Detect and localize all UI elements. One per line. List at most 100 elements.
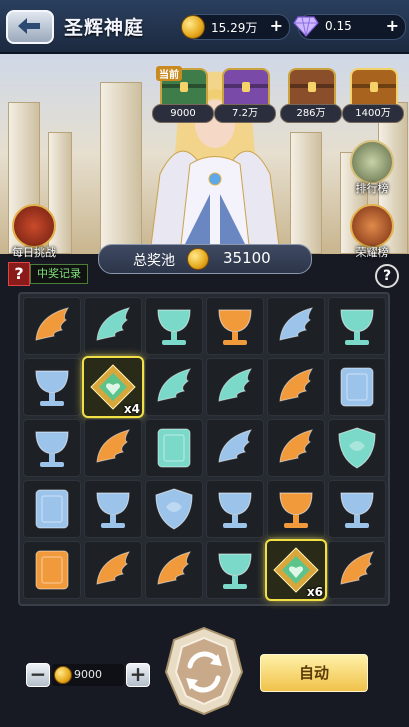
prize-pool-label: 总奖池 [133,253,175,269]
bet-control: − 9000 + [26,662,150,688]
gem-value: 0.15 [325,19,352,33]
prize-pool-value: 35100 [223,249,271,267]
grid-cell [328,419,386,477]
question-icon: ? [8,262,30,286]
decrease-bet-button[interactable]: − [26,663,50,687]
grid-cell [267,419,325,477]
grid-cell [23,541,81,599]
wing-orange-icon [96,551,131,585]
grid-cell [206,541,264,599]
bet-value: 9000 [74,668,102,681]
grid-cell [84,419,142,477]
daily-challenge-label: 每日挑战 [12,246,56,259]
wing-teal-icon [157,368,192,402]
page-title: 圣辉神庭 [64,17,145,39]
leaderboard-button[interactable]: 排行榜 [342,140,402,196]
grid-cell [267,358,325,416]
cup-teal-icon [340,309,374,345]
grid-cell [145,297,203,355]
bet-amount-field: 9000 [52,664,124,686]
cup-blue-icon [340,492,374,528]
glory-board-button[interactable]: 荣耀榜 [342,204,402,260]
coin-icon [181,15,205,39]
grid-cell [145,419,203,477]
diamond-icon [293,16,319,37]
leaderboard-label: 排行榜 [355,182,389,195]
chest-value: 9000 [152,104,214,123]
chest-value: 286万 [280,104,342,123]
increase-bet-button[interactable]: + [126,663,150,687]
wing-blue-icon [218,429,253,463]
grid-cell [206,419,264,477]
top-bar: 圣辉神庭 15.29万 + 0.15 + [0,0,409,54]
multiplier-badge: x4 [123,402,140,416]
grid-cell [84,541,142,599]
book-blue-icon [340,367,374,407]
spin-refresh-icon [164,626,244,716]
pillar [100,82,142,254]
pillar [290,132,322,254]
wing-orange-icon [279,368,314,402]
cup-orange-icon [218,309,252,345]
coin-icon [54,666,72,684]
grid-cell [206,358,264,416]
grid-cell [23,419,81,477]
spin-button[interactable] [164,626,244,716]
book-teal-icon [157,428,191,468]
auto-button[interactable]: 自动 [260,654,368,692]
grid-cell [145,480,203,538]
wing-orange-icon [340,551,375,585]
helmet-icon [350,140,394,184]
wing-orange-icon [96,429,131,463]
back-arrow-icon [18,18,40,34]
book-orange-icon [35,550,69,590]
grid-cell [23,480,81,538]
cup-blue-icon [218,492,252,528]
glory-crest-icon [350,204,394,248]
cup-orange-icon [279,492,313,528]
cup-blue-icon [35,431,69,467]
grid-cell [145,541,203,599]
multiplier-badge: x6 [306,585,323,599]
add-gold-button[interactable]: + [270,16,283,35]
win-record-button[interactable]: ? 中奖记录 [8,262,88,286]
chest-value: 7.2万 [214,104,276,123]
wing-blue-icon [279,307,314,341]
grid-cell [328,358,386,416]
daily-challenge-button[interactable]: 每日挑战 [4,204,64,260]
wing-teal-icon [218,368,253,402]
grid-cell [206,480,264,538]
treasure-chest-icon [288,68,336,108]
grid-cell [84,480,142,538]
shield-teal-icon [338,427,376,469]
wing-orange-icon [279,429,314,463]
gem-counter: 0.15 + [293,14,406,40]
cup-blue-icon [35,370,69,406]
cup-teal-icon [157,309,191,345]
wing-orange-icon [157,551,192,585]
grid-cell [84,297,142,355]
prize-pool: 总奖池 35100 [98,244,312,274]
book-blue-icon [35,489,69,529]
wing-teal-icon [96,307,131,341]
grid-cell: x4 [84,358,142,416]
grid-cell [145,358,203,416]
cup-teal-icon [218,553,252,589]
gold-value: 15.29万 [211,21,258,35]
back-button[interactable] [6,10,54,44]
add-gem-button[interactable]: + [386,16,399,35]
grid-cell [206,297,264,355]
grid-cell [328,541,386,599]
current-tag: 当前 [156,66,182,81]
gold-counter: 15.29万 + [181,14,290,40]
help-icon[interactable]: ? [375,264,399,288]
grid-cell [328,297,386,355]
treasure-chest-icon [350,68,398,108]
grid-cell [267,480,325,538]
chest-value: 1400万 [342,104,404,123]
cup-blue-icon [96,492,130,528]
treasure-chest-icon [222,68,270,108]
glory-board-label: 荣耀榜 [355,246,389,259]
grid-cell [23,358,81,416]
grid-cell: x6 [267,541,325,599]
